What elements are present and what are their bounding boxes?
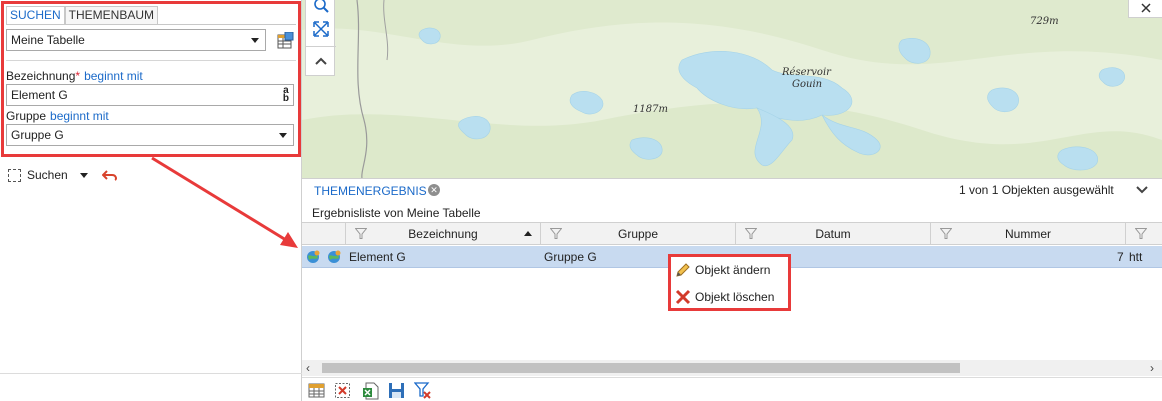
table-select[interactable]: Meine Tabelle [6,29,266,51]
horizontal-scrollbar[interactable]: ‹ › [302,360,1162,376]
cell-gruppe: Gruppe G [544,250,597,264]
column-header-gruppe[interactable]: Gruppe [541,223,736,244]
funnel-icon[interactable] [1135,228,1147,239]
column-header-nummer[interactable]: Nummer [931,223,1126,244]
extent-icon [313,21,329,37]
map-toolbar [305,0,336,76]
chevron-down-icon[interactable] [1135,184,1149,196]
close-icon [1141,3,1151,13]
search-dropdown-icon[interactable] [79,172,88,178]
map-close-button[interactable] [1128,0,1162,18]
chevron-down-icon [251,38,259,43]
scroll-left-icon[interactable]: ‹ [306,361,310,375]
chevron-down-icon [279,133,287,138]
undo-icon[interactable] [101,169,118,181]
ab-clear-icon[interactable]: ab [283,86,289,104]
pencil-icon [676,263,690,277]
tab-suchen[interactable]: SUCHEN [6,6,65,24]
column-header-icons [302,223,346,244]
search-panel: SUCHEN THEMENBAUM Meine Tabelle Bezeichn… [0,0,302,401]
tab-themenergebnis[interactable]: THEMENERGEBNIS [314,184,427,198]
filter-clear-icon[interactable] [414,382,432,400]
zoom-button[interactable] [310,0,332,16]
zoom-icon [314,0,329,13]
table-icon[interactable] [276,32,294,50]
operator-link[interactable]: beginnt mit [50,109,109,123]
clear-selection-icon[interactable] [334,382,352,400]
sort-ascending-icon [524,231,532,236]
collapse-toolbar-button[interactable] [310,50,332,72]
map-view[interactable]: 729m 1187m Réservoir Gouin [302,0,1162,178]
globe-icon[interactable] [305,249,321,265]
bezeichnung-input[interactable]: Element G ab [6,84,294,106]
results-header: THEMENERGEBNIS ✕ 1 von 1 Objekten ausgew… [302,179,1162,201]
close-icon[interactable]: ✕ [428,184,440,196]
cell-nummer: 7 [1117,250,1124,264]
selection-status: 1 von 1 Objekten ausgewählt [959,183,1114,197]
table-header: Bezeichnung Gruppe Datum Nummer [302,222,1162,245]
operator-link[interactable]: beginnt mit [84,69,143,83]
context-menu: Objekt ändern Objekt löschen [668,254,791,311]
tab-themenbaum[interactable]: THEMENBAUM [64,6,159,24]
table-select-value: Meine Tabelle [11,33,85,47]
search-form: SUCHEN THEMENBAUM Meine Tabelle Bezeichn… [1,1,301,157]
menu-item-objekt-aendern[interactable]: Objekt ändern [675,259,770,281]
menu-item-objekt-loeschen[interactable]: Objekt löschen [675,286,774,308]
excel-icon[interactable] [362,382,380,400]
results-toolbar [302,377,1162,401]
field-label-gruppe: Gruppe beginnt mit [6,109,109,123]
map-label-reservoir: Réservoir [782,67,831,78]
scrollbar-thumb[interactable] [322,363,960,373]
map-label-reservoir: Gouin [792,79,823,90]
full-extent-button[interactable] [310,18,332,40]
results-panel: THEMENERGEBNIS ✕ 1 von 1 Objekten ausgew… [302,178,1162,401]
search-tabs: SUCHEN THEMENBAUM [6,6,159,24]
save-icon[interactable] [388,382,406,400]
column-header-datum[interactable]: Datum [736,223,931,244]
gruppe-select[interactable]: Gruppe G [6,124,294,146]
app-window: 729m 1187m Réservoir Gouin SUCHEN THEMEN… [0,0,1162,401]
search-action-row: Suchen [8,166,118,184]
search-button[interactable]: Suchen [27,168,68,182]
field-label-bezeichnung: Bezeichnung* beginnt mit [6,69,143,83]
chevron-up-icon [315,57,327,65]
column-header-overflow[interactable] [1126,223,1162,244]
column-header-bezeichnung[interactable]: Bezeichnung [346,223,541,244]
select-area-icon [8,168,21,182]
results-subtitle: Ergebnisliste von Meine Tabelle [312,206,481,220]
map-label-elevation: 1187m [633,104,668,115]
cell-bezeichnung: Element G [349,250,406,264]
table-icon[interactable] [308,382,326,400]
cell-overflow: htt [1129,250,1143,264]
delete-x-icon [675,289,691,305]
map-label-elevation: 729m [1030,16,1059,27]
globe-icon[interactable] [326,249,342,265]
scroll-right-icon[interactable]: › [1150,361,1154,375]
